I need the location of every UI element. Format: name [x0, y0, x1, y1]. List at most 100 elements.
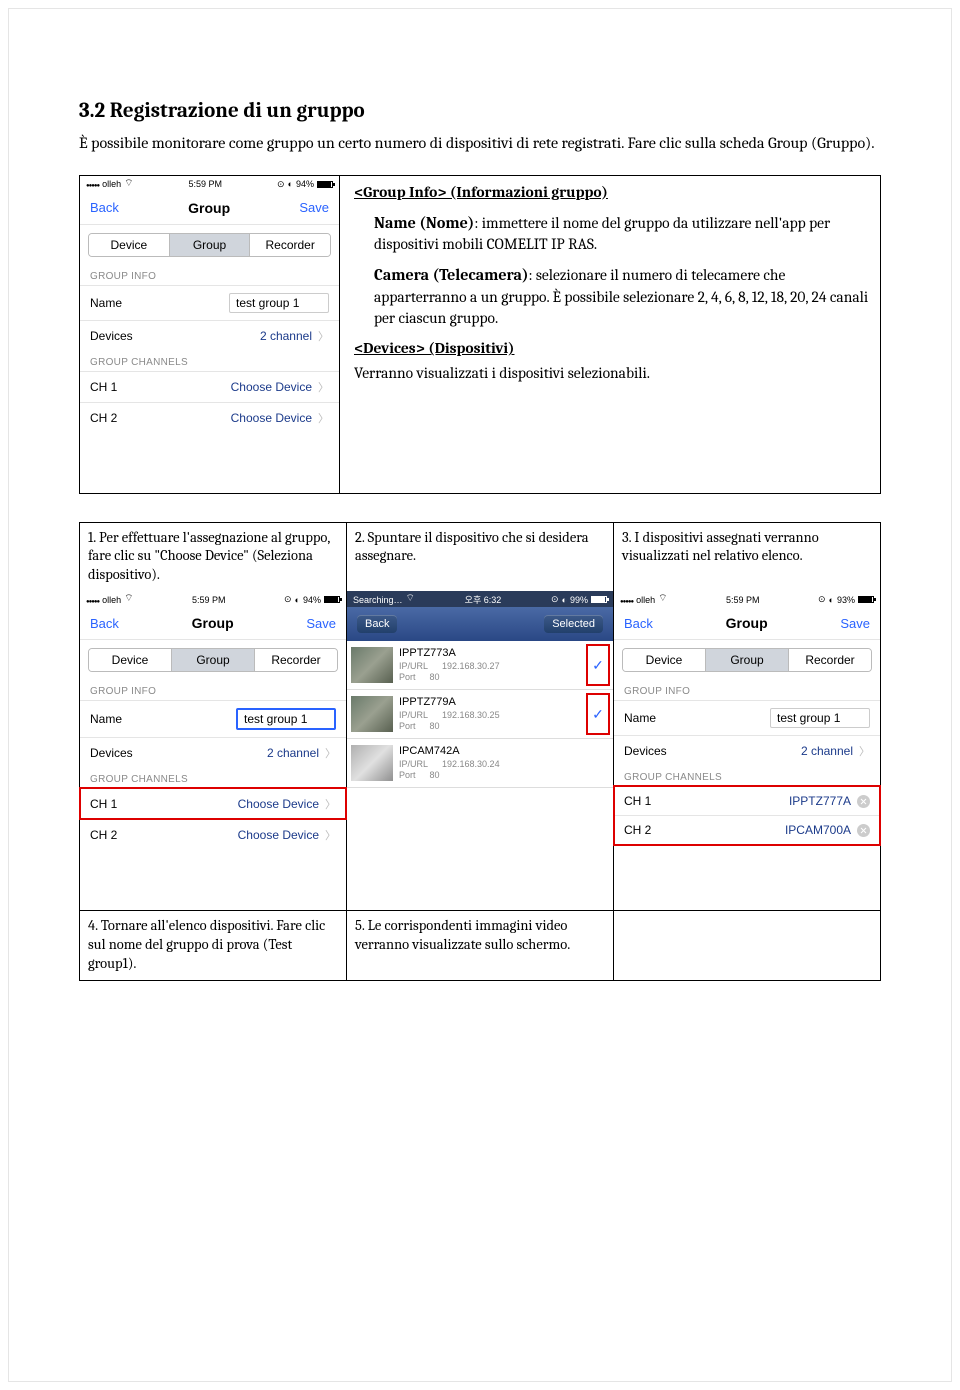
phone-filler: [614, 845, 880, 905]
port-value: 80: [430, 721, 440, 732]
chevron-right-icon: 〉: [325, 830, 336, 842]
device-item[interactable]: IPCAM742A IP/URL192.168.30.24 Port80: [347, 739, 613, 788]
ch1-value: Choose Device: [231, 380, 312, 394]
section-group-channels: GROUP CHANNELS: [80, 768, 346, 788]
delete-icon[interactable]: [857, 824, 870, 837]
ch2-value: Choose Device: [231, 411, 312, 425]
navbar: Back Selected: [347, 607, 613, 641]
tab-group[interactable]: Group: [706, 649, 789, 671]
port-label: Port: [399, 672, 416, 683]
section-group-channels: GROUP CHANNELS: [80, 351, 339, 371]
row-ch2[interactable]: CH 2 IPCAM700A: [614, 815, 880, 845]
save-button[interactable]: Save: [306, 616, 336, 631]
delete-icon[interactable]: [857, 795, 870, 808]
check-icon: ✓: [592, 706, 604, 723]
device-thumb: [351, 647, 393, 683]
tab-device[interactable]: Device: [89, 649, 172, 671]
ch2-label: CH 2: [90, 411, 117, 425]
camera-label: Camera (Telecamera): [374, 266, 528, 284]
battery-pct: 93%: [837, 595, 855, 605]
tab-recorder[interactable]: Recorder: [255, 649, 337, 671]
save-button[interactable]: Save: [299, 200, 329, 215]
check-wrap[interactable]: ✓: [587, 645, 609, 685]
status-time: 5:59 PM: [726, 595, 760, 605]
tab-group[interactable]: Group: [172, 649, 255, 671]
row-devices[interactable]: Devices 2 channel〉: [614, 735, 880, 766]
carrier: olleh: [636, 595, 655, 605]
battery-icon: [324, 596, 340, 603]
step-6-empty: [614, 911, 880, 942]
nav-title: Group: [188, 200, 230, 216]
steps-grid: 1. Per effettuare l'assegnazione al grup…: [79, 522, 881, 981]
back-button[interactable]: Back: [90, 200, 119, 215]
ch2-value: Choose Device: [238, 828, 319, 842]
status-time: 오후 6:32: [465, 593, 502, 606]
row-ch1[interactable]: CH 1 IPPTZ777A: [614, 786, 880, 815]
section-group-info: GROUP INFO: [80, 680, 346, 700]
ch1-label: CH 1: [624, 794, 651, 808]
assigned-channels-highlight: CH 1 IPPTZ777A CH 2 IPCAM700A: [614, 786, 880, 845]
statusbar: Searching… ⌔ 오후 6:32 ⊙ ◐ 99%: [347, 591, 613, 607]
wifi-icon: ⌔: [124, 177, 133, 190]
row-ch2[interactable]: CH 2 Choose Device〉: [80, 819, 346, 850]
back-button[interactable]: Back: [90, 616, 119, 631]
ip-label: IP/URL: [399, 710, 428, 721]
navbar: Back Group Save: [80, 607, 346, 640]
name-desc-block: Name (Nome): immettere il nome del grupp…: [374, 213, 870, 256]
camera-desc-block: Camera (Telecamera): selezionare il nume…: [374, 265, 870, 328]
name-input[interactable]: test group 1: [770, 708, 870, 728]
ch2-label: CH 2: [624, 823, 651, 837]
device-item[interactable]: IPPTZ773A IP/URL192.168.30.27 Port80 ✓: [347, 641, 613, 690]
device-item[interactable]: IPPTZ779A IP/URL192.168.30.25 Port80 ✓: [347, 690, 613, 739]
tab-device[interactable]: Device: [89, 234, 170, 256]
signal-dots-icon: [86, 595, 99, 605]
save-button[interactable]: Save: [840, 616, 870, 631]
back-button[interactable]: Back: [357, 615, 397, 633]
section-title: 3.2 Registrazione di un gruppo: [79, 99, 881, 123]
chevron-right-icon: 〉: [318, 382, 329, 394]
wifi-icon: ⌔: [124, 592, 133, 605]
statusbar: olleh ⌔ 5:59 PM ⊙ ◐ 93%: [614, 591, 880, 607]
statusbar: olleh ⌔ 5:59 PM ⊙ ◐ 94%: [80, 591, 346, 607]
devices-desc: Verranno visualizzati i dispositivi sele…: [354, 364, 650, 382]
devices-value: 2 channel: [801, 744, 853, 758]
signal-dots-icon: [86, 179, 99, 189]
row-devices[interactable]: Devices 2 channel〉: [80, 737, 346, 768]
name-input[interactable]: test group 1: [236, 708, 336, 730]
section-intro: È possibile monitorare come gruppo un ce…: [79, 133, 881, 155]
rotation-lock-icon: ◐: [288, 179, 293, 189]
step-3-caption: 3. I dispositivi assegnati verranno visu…: [614, 523, 880, 573]
check-icon: ✓: [592, 657, 604, 674]
step-5-caption: 5. Le corrispondenti immagini video verr…: [347, 911, 613, 961]
row-devices[interactable]: Devices 2 channel〉: [80, 320, 339, 351]
device-info: IPPTZ773A IP/URL192.168.30.27 Port80: [399, 647, 581, 683]
row-name-label: Name: [90, 712, 122, 726]
tab-device[interactable]: Device: [623, 649, 706, 671]
status-time: 5:59 PM: [189, 179, 223, 189]
row-ch2[interactable]: CH 2 Choose Device〉: [80, 402, 339, 433]
tab-recorder[interactable]: Recorder: [250, 234, 330, 256]
section-group-info: GROUP INFO: [80, 265, 339, 285]
battery-icon: [591, 596, 607, 603]
row-ch1[interactable]: CH 1 Choose Device〉: [80, 371, 339, 402]
tab-recorder[interactable]: Recorder: [789, 649, 871, 671]
devices-value: 2 channel: [260, 329, 312, 343]
devices-value: 2 channel: [267, 746, 319, 760]
check-wrap[interactable]: [587, 743, 609, 783]
port-value: 80: [430, 770, 440, 781]
rotation-lock-icon: ◐: [562, 595, 567, 605]
selected-button[interactable]: Selected: [544, 615, 603, 633]
chevron-right-icon: 〉: [318, 331, 329, 343]
nav-title: Group: [726, 615, 768, 631]
battery-icon: [858, 596, 874, 603]
group-info-head: <Group Info> (Informazioni gruppo): [354, 182, 608, 203]
nav-title: Group: [192, 615, 234, 631]
row-ch1[interactable]: CH 1 Choose Device〉: [80, 788, 346, 819]
device-name: IPCAM742A: [399, 745, 581, 759]
check-wrap[interactable]: ✓: [587, 694, 609, 734]
device-thumb: [351, 745, 393, 781]
back-button[interactable]: Back: [624, 616, 653, 631]
name-input[interactable]: test group 1: [229, 293, 329, 313]
seg-tabs: Device Group Recorder: [88, 233, 331, 257]
tab-group[interactable]: Group: [170, 234, 251, 256]
